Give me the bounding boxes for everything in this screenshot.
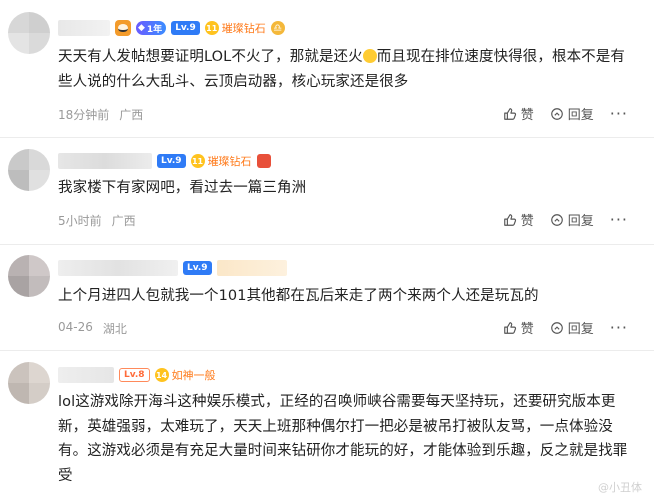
user-row: Lv.9 xyxy=(58,257,287,279)
user-row: Lv.8 14 如神一般 xyxy=(58,364,216,386)
more-options-button[interactable]: ··· xyxy=(610,210,628,229)
location: 广西 xyxy=(119,108,144,122)
location: 广西 xyxy=(111,214,136,228)
username-blurred[interactable] xyxy=(58,367,114,383)
username-blurred[interactable] xyxy=(58,260,178,276)
comment-meta: 5小时前 广西 xyxy=(58,212,136,229)
like-button[interactable]: 赞 xyxy=(503,318,534,337)
comment-meta: 04-26 湖北 xyxy=(58,320,127,337)
timestamp: 18分钟前 xyxy=(58,108,110,122)
level-badge: Lv.9 xyxy=(183,261,212,275)
timestamp: 5小时前 xyxy=(58,214,102,228)
medal-coin-icon: 14 xyxy=(154,368,169,382)
account-age-badge: ◆ 1年 xyxy=(136,21,167,35)
like-button[interactable]: 赞 xyxy=(503,210,534,229)
thumbs-up-icon xyxy=(503,107,516,120)
username-blurred[interactable] xyxy=(58,153,152,169)
medal-coin-icon: 11 xyxy=(190,154,205,168)
timestamp: 04-26 xyxy=(58,320,93,334)
fan-medal: 14 如神一般 xyxy=(154,368,216,382)
comment-text: lol这游戏除开海斗这种娱乐模式，正经的召唤师峡谷需要每天坚持玩，还要研究版本更… xyxy=(58,394,628,484)
more-options-button[interactable]: ··· xyxy=(610,104,628,123)
username-blurred[interactable] xyxy=(58,20,110,36)
level-badge: Lv.9 xyxy=(171,21,200,35)
avatar[interactable] xyxy=(8,362,50,404)
comment-actions: 赞 回复 ··· xyxy=(503,318,628,337)
tiger-avatar-badge-icon xyxy=(115,20,131,36)
level-badge: Lv.9 xyxy=(157,154,186,168)
reply-button[interactable]: 回复 xyxy=(550,104,594,123)
user-row: Lv.9 11 璀璨钻石 xyxy=(58,150,271,172)
like-button[interactable]: 赞 xyxy=(503,104,534,123)
pixel-character-icon xyxy=(256,154,271,168)
medal-blurred xyxy=(216,260,287,276)
thumbs-up-icon xyxy=(503,321,516,334)
comment-text: 上个月进四人包就我一个101其他都在瓦后来走了两个来两个人还是玩瓦的 xyxy=(58,288,539,304)
fan-medal: 11 璀璨钻石 xyxy=(190,154,252,168)
comment-meta: 18分钟前 广西 xyxy=(58,106,143,123)
fan-medal: 11 璀璨钻石 xyxy=(204,21,266,35)
avatar[interactable] xyxy=(8,12,50,54)
avatar[interactable] xyxy=(8,149,50,191)
reply-button[interactable]: 回复 xyxy=(550,318,594,337)
watermark: @小丑体 xyxy=(598,481,642,494)
comment-actions: 赞 回复 ··· xyxy=(503,210,628,229)
divider xyxy=(0,244,654,245)
divider xyxy=(0,350,654,351)
level-badge: Lv.8 xyxy=(119,368,150,382)
avatar[interactable] xyxy=(8,255,50,297)
medal-coin-icon: 11 xyxy=(204,21,219,35)
comment-bubble-icon xyxy=(550,321,563,334)
reply-button[interactable]: 回复 xyxy=(550,210,594,229)
divider xyxy=(0,137,654,138)
smile-emoji-icon xyxy=(362,49,377,63)
location: 湖北 xyxy=(102,322,127,336)
comment-actions: 赞 回复 ··· xyxy=(503,104,628,123)
user-row: ◆ 1年 Lv.9 11 璀璨钻石 ♎ xyxy=(58,17,285,39)
comment-text: 我家楼下有家网吧，看过去一篇三角洲 xyxy=(58,180,307,196)
comment-bubble-icon xyxy=(550,107,563,120)
more-options-button[interactable]: ··· xyxy=(610,318,628,337)
zodiac-libra-icon: ♎ xyxy=(270,21,285,35)
thumbs-up-icon xyxy=(503,213,516,226)
comment-bubble-icon xyxy=(550,213,563,226)
comment-text: 天天有人发帖想要证明LOL不火了，那就是还火 而且现在排位速度快得很，根本不是有些… xyxy=(58,49,625,90)
